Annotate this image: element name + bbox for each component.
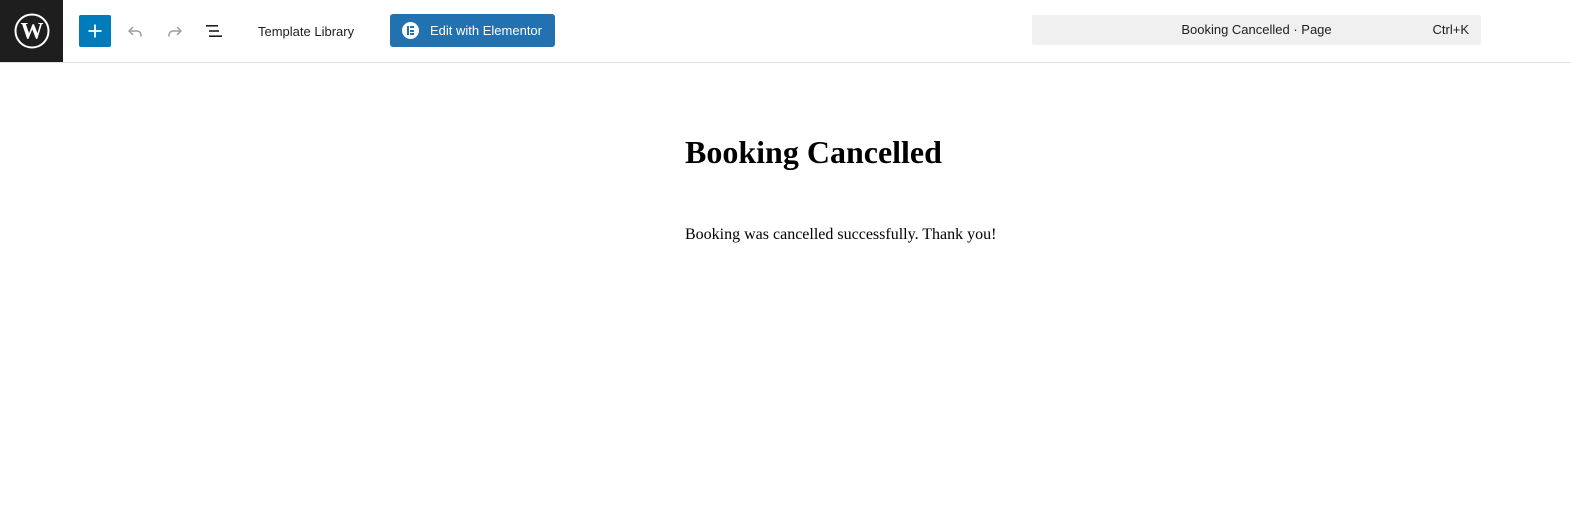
command-shortcut: Ctrl+K bbox=[1432, 22, 1469, 37]
template-library-label: Template Library bbox=[258, 23, 355, 39]
template-library-button[interactable]: Template Library bbox=[250, 15, 362, 47]
wordpress-logo-button[interactable]: W bbox=[0, 0, 63, 62]
list-view-icon bbox=[206, 25, 222, 37]
elementor-icon bbox=[402, 22, 419, 39]
edit-with-elementor-button[interactable]: Edit with Elementor bbox=[390, 14, 555, 47]
svg-text:W: W bbox=[20, 19, 43, 44]
paragraph-block[interactable]: Booking was cancelled successfully. Than… bbox=[685, 225, 996, 245]
undo-button[interactable] bbox=[119, 15, 151, 47]
editor-canvas[interactable]: Booking Cancelled Booking was cancelled … bbox=[0, 63, 1571, 517]
redo-button[interactable] bbox=[159, 15, 191, 47]
document-title-command-bar[interactable]: Booking Cancelled · Page Ctrl+K bbox=[1032, 15, 1481, 45]
wordpress-logo-icon: W bbox=[14, 13, 49, 49]
page-title[interactable]: Booking Cancelled bbox=[685, 133, 942, 171]
redo-icon bbox=[168, 26, 182, 37]
edit-with-elementor-label: Edit with Elementor bbox=[430, 23, 542, 38]
editor-header: W Template Library Edit with Elementor B… bbox=[0, 0, 1571, 63]
document-overview-button[interactable] bbox=[198, 15, 230, 47]
plus-icon bbox=[88, 24, 102, 38]
block-inserter-button[interactable] bbox=[79, 15, 111, 47]
undo-icon bbox=[128, 26, 142, 37]
document-title: Booking Cancelled · Page bbox=[1181, 22, 1332, 37]
